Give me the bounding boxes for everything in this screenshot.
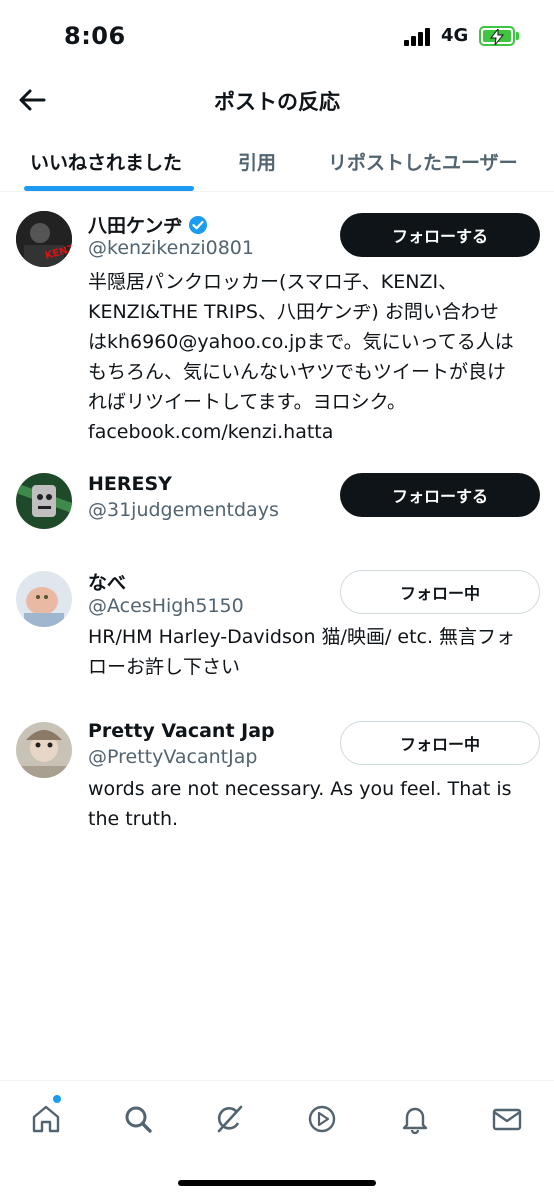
verified-badge-icon: [189, 215, 208, 234]
battery-charging-icon: [479, 26, 515, 46]
active-tab-indicator: [24, 186, 194, 191]
tab-bar: いいねされました 引用 リポストしたユーザー: [0, 132, 554, 192]
avatar[interactable]: [16, 473, 72, 529]
cellular-signal-icon: [404, 28, 434, 46]
page-title: ポストの反応: [214, 90, 340, 114]
home-indicator: [178, 1180, 376, 1186]
network-type: 4G: [441, 25, 469, 46]
user-bio: HR/HM Harley-Davidson 猫/映画/ etc. 無言フォ ロー…: [88, 626, 516, 678]
user-name: HERESY: [88, 473, 172, 495]
status-bar: 8:06 4G: [0, 0, 554, 70]
home-icon[interactable]: [26, 1099, 66, 1139]
following-button[interactable]: フォロー中: [340, 570, 540, 614]
grok-icon[interactable]: [210, 1099, 250, 1139]
avatar[interactable]: KENZI: [16, 211, 72, 267]
bell-icon[interactable]: [395, 1099, 435, 1139]
user-name: なべ: [88, 572, 127, 594]
video-play-icon[interactable]: [302, 1099, 342, 1139]
avatar[interactable]: [16, 722, 72, 778]
notification-dot: [53, 1095, 61, 1103]
follow-button[interactable]: フォローする: [340, 213, 540, 257]
status-time: 8:06: [64, 22, 126, 50]
user-bio: 半隠居パンクロッカー(スマロ子、KENZI、 KENZI&THE TRIPS、八…: [88, 271, 514, 443]
user-bio: words are not necessary. As you feel. Th…: [88, 778, 512, 830]
user-handle: @PrettyVacantJap: [88, 746, 258, 768]
tab-quotes[interactable]: 引用: [238, 148, 276, 175]
user-name: Pretty Vacant Jap: [88, 720, 275, 742]
tab-reposts[interactable]: リポストしたユーザー: [328, 148, 518, 175]
battery-cap: [516, 32, 519, 40]
user-name-row: なべ: [88, 568, 126, 595]
user-handle: @31judgementdays: [88, 499, 279, 521]
user-name: 八田ケンヂ: [88, 215, 183, 237]
user-name-row: HERESY: [88, 473, 172, 495]
tab-likes[interactable]: いいねされました: [30, 148, 182, 175]
avatar[interactable]: [16, 571, 72, 627]
follow-button[interactable]: フォローする: [340, 473, 540, 517]
search-icon[interactable]: [118, 1099, 158, 1139]
mail-icon[interactable]: [487, 1099, 527, 1139]
user-handle: @kenzikenzi0801: [88, 237, 254, 259]
header: ポストの反応: [0, 72, 554, 128]
user-handle: @AcesHigh5150: [88, 595, 244, 617]
user-name-row: 八田ケンヂ: [88, 211, 208, 238]
following-button[interactable]: フォロー中: [340, 721, 540, 765]
user-name-row: Pretty Vacant Jap: [88, 720, 275, 742]
